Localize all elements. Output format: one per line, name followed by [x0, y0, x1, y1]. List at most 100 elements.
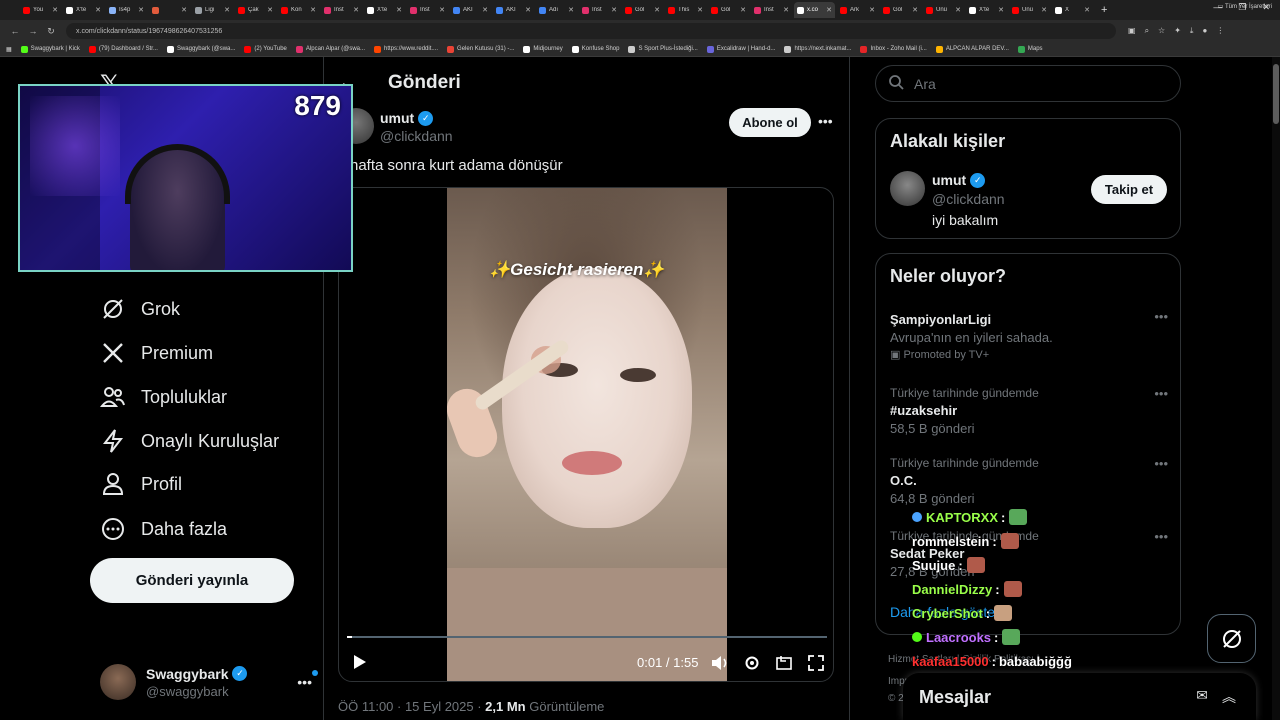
close-tab-icon[interactable]: ✕ — [267, 6, 273, 14]
zoom-icon[interactable]: ⌕ — [1145, 26, 1149, 36]
bookmark-item[interactable]: Excalidraw | Hand-d... — [706, 45, 775, 53]
trend-item[interactable]: Türkiye tarihinde gündemde #uzaksehir 58,5… — [890, 386, 1168, 436]
related-user-handle[interactable]: @clickdann — [932, 191, 1005, 207]
close-tab-icon[interactable]: ✕ — [611, 6, 617, 14]
browser-tab[interactable]: Ark ✕ — [837, 2, 878, 18]
browser-tab[interactable]: X'te ✕ — [364, 2, 405, 18]
account-switcher[interactable]: Swaggybark ✓ @swaggybark ••• — [100, 662, 318, 702]
bookmark-item[interactable]: Alpcan Alpar (@swa... — [295, 45, 365, 53]
browser-tab[interactable]: Çak ✕ — [235, 2, 276, 18]
close-tab-icon[interactable]: ✕ — [1084, 6, 1090, 14]
close-tab-icon[interactable]: ✕ — [740, 6, 746, 14]
close-tab-icon[interactable]: ✕ — [95, 6, 101, 14]
browser-tab[interactable]: ✕ — [149, 2, 190, 18]
browser-tab[interactable]: x.co ✕ — [794, 2, 835, 18]
trend-more-icon[interactable]: ••• — [1154, 386, 1168, 401]
browser-tab[interactable]: Göl ✕ — [880, 2, 921, 18]
browser-tab[interactable]: AKI ✕ — [493, 2, 534, 18]
close-tab-icon[interactable]: ✕ — [353, 6, 359, 14]
bookmark-item[interactable]: S Sport Plus-İstediği... — [628, 45, 698, 53]
bookmark-item[interactable]: Midjourney — [523, 45, 563, 53]
sidebar-item-profil[interactable]: Profil — [100, 469, 182, 499]
back-icon[interactable]: ← — [6, 26, 24, 36]
new-message-icon[interactable]: ✉ — [1196, 687, 1208, 707]
post-author-name[interactable]: umut ✓ — [380, 110, 434, 126]
bookmark-item[interactable]: ALPCAN ALPAR DEV... — [935, 45, 1009, 53]
browser-tab[interactable]: Göl ✕ — [622, 2, 663, 18]
expand-up-icon[interactable]: ︽ — [1222, 687, 1236, 707]
post-author-handle[interactable]: @clickdann — [380, 128, 453, 144]
bookmark-item[interactable]: (2) YouTube — [244, 45, 287, 53]
close-tab-icon[interactable]: ✕ — [697, 6, 703, 14]
browser-tab[interactable]: X'te ✕ — [63, 2, 104, 18]
video-progress-bar[interactable] — [347, 636, 827, 638]
bookmark-item[interactable]: Swaggybark | Kick — [20, 45, 80, 53]
sidebar-item-premium[interactable]: Premium — [100, 338, 213, 368]
new-tab-icon[interactable]: + — [1101, 4, 1107, 16]
avatar[interactable] — [890, 171, 925, 206]
close-tab-icon[interactable]: ✕ — [826, 6, 832, 14]
profile-avatar-icon[interactable]: ● — [1202, 26, 1207, 36]
browser-tab[interactable]: Is4p ✕ — [106, 2, 147, 18]
bookmark-item[interactable]: Maps — [1017, 45, 1043, 53]
close-tab-icon[interactable]: ✕ — [955, 6, 961, 14]
subscribe-button[interactable]: Abone ol — [729, 108, 811, 137]
trend-item[interactable]: ŞampiyonlarLigi Avrupa'nın en iyileri sah… — [890, 309, 1168, 361]
close-tab-icon[interactable]: ✕ — [52, 6, 58, 14]
settings-gear-icon[interactable] — [743, 654, 761, 672]
browser-tab[interactable]: This ✕ — [665, 2, 706, 18]
download-icon[interactable]: ⤓ — [1190, 26, 1194, 36]
trend-item[interactable]: Türkiye tarihinde gündemde O.C. 64,8 B gön… — [890, 456, 1168, 506]
play-icon[interactable] — [353, 654, 367, 675]
close-tab-icon[interactable]: ✕ — [568, 6, 574, 14]
post-timestamp[interactable]: ÖÖ 11:00 · 15 Eyl 2025 · — [338, 699, 485, 714]
browser-tab[interactable]: Göl ✕ — [708, 2, 749, 18]
browser-tab[interactable]: Inst ✕ — [751, 2, 792, 18]
grok-icon[interactable] — [1207, 614, 1256, 663]
bookmark-item[interactable]: (79) Dashboard / Str... — [88, 45, 158, 53]
post-button[interactable]: Gönderi yayınla — [90, 558, 294, 603]
bookmark-item[interactable]: https://www.reddit.... — [374, 45, 438, 53]
close-tab-icon[interactable]: ✕ — [181, 6, 187, 14]
bookmark-item[interactable]: Gelen Kutusu (31) -... — [447, 45, 514, 53]
scrollbar-thumb[interactable] — [1273, 64, 1279, 124]
close-tab-icon[interactable]: ✕ — [1041, 6, 1047, 14]
bookmark-item[interactable]: Konfuse Shop — [571, 45, 619, 53]
browser-tab[interactable]: Inst ✕ — [407, 2, 448, 18]
follow-button[interactable]: Takip et — [1091, 175, 1167, 204]
browser-tab[interactable]: Kon ✕ — [278, 2, 319, 18]
close-tab-icon[interactable]: ✕ — [654, 6, 660, 14]
forward-icon[interactable]: → — [24, 26, 42, 36]
trend-more-icon[interactable]: ••• — [1154, 529, 1168, 544]
all-bookmarks-link[interactable]: ▭ Tüm Yer İşaretleri — [1218, 3, 1272, 10]
sidebar-item-topluluklar[interactable]: Topluluklar — [100, 382, 227, 412]
close-tab-icon[interactable]: ✕ — [439, 6, 445, 14]
close-tab-icon[interactable]: ✕ — [482, 6, 488, 14]
url-input[interactable]: x.com/clickdann/status/19674986264075312… — [66, 23, 1116, 39]
page-scrollbar[interactable] — [1272, 57, 1280, 720]
close-tab-icon[interactable]: ✕ — [783, 6, 789, 14]
browser-tab[interactable]: Ünü ✕ — [1009, 2, 1050, 18]
close-tab-icon[interactable]: ✕ — [138, 6, 144, 14]
bookmark-star-icon[interactable]: ☆ — [1158, 26, 1165, 36]
extension-icon[interactable]: ✦ — [1174, 26, 1181, 36]
menu-kebab-icon[interactable]: ⋮ — [1216, 26, 1224, 36]
trend-more-icon[interactable]: ••• — [1154, 309, 1168, 324]
messages-drawer[interactable]: Mesajlar ✉ ︽ — [903, 673, 1256, 720]
search-input[interactable]: Ara — [875, 65, 1181, 102]
browser-tab[interactable]: Inst ✕ — [579, 2, 620, 18]
sidebar-item-onayl-kurulu-lar[interactable]: Onaylı Kuruluşlar — [100, 426, 279, 456]
more-dots-icon[interactable]: ••• — [297, 670, 318, 690]
close-tab-icon[interactable]: ✕ — [869, 6, 875, 14]
browser-tab[interactable]: You ✕ — [20, 2, 61, 18]
install-app-icon[interactable]: ▣ — [1128, 26, 1136, 36]
browser-tab[interactable]: X ✕ — [1052, 2, 1093, 18]
sidebar-item-grok[interactable]: Grok — [100, 294, 180, 324]
close-tab-icon[interactable]: ✕ — [396, 6, 402, 14]
volume-icon[interactable] — [711, 654, 729, 672]
post-more-icon[interactable]: ••• — [818, 113, 833, 129]
close-tab-icon[interactable]: ✕ — [998, 6, 1004, 14]
close-tab-icon[interactable]: ✕ — [912, 6, 918, 14]
browser-tab[interactable]: Inst ✕ — [321, 2, 362, 18]
close-tab-icon[interactable]: ✕ — [310, 6, 316, 14]
